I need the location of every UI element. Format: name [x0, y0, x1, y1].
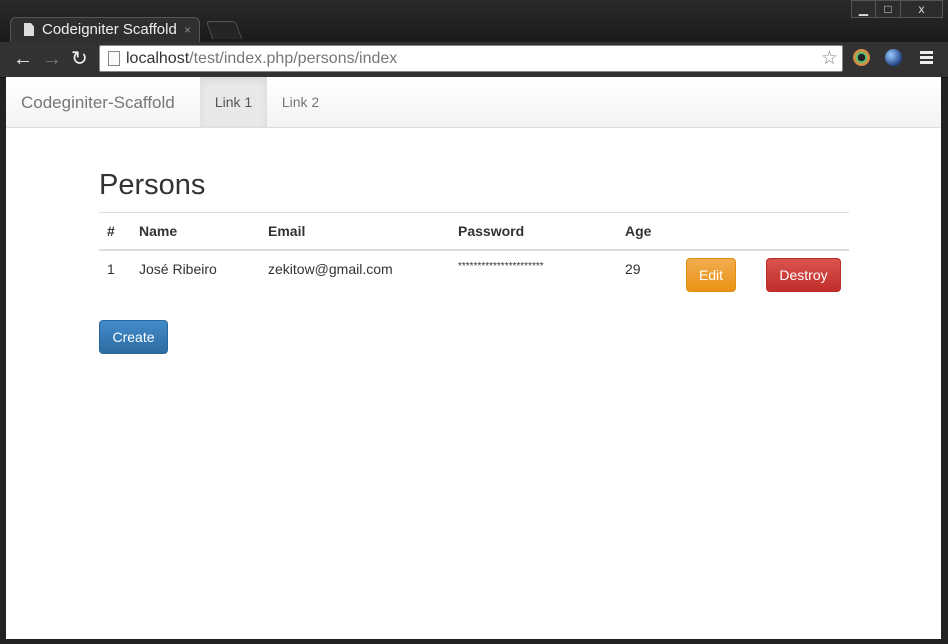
reload-icon[interactable]: ↻ — [71, 49, 88, 69]
edit-button[interactable]: Edit — [686, 258, 736, 292]
page-content: Codeginiter-Scaffold Link 1 Link 2 Perso… — [6, 77, 941, 639]
col-header-email: Email — [260, 212, 450, 251]
col-header-actions — [677, 212, 849, 251]
nav-link-1[interactable]: Link 1 — [200, 77, 267, 127]
page-title: Persons — [99, 169, 206, 201]
persons-table: # Name Email Password Age 1 José Ribeiro… — [99, 212, 849, 294]
tab-title: Codeigniter Scaffold — [42, 21, 177, 38]
close-window-button[interactable]: x — [900, 0, 943, 18]
navbar: Codeginiter-Scaffold Link 1 Link 2 — [6, 77, 941, 128]
title-bar: Codeigniter Scaffold × ▁ □ x — [0, 0, 948, 42]
document-icon — [24, 23, 34, 36]
create-button[interactable]: Create — [99, 320, 168, 354]
navbar-brand[interactable]: Codeginiter-Scaffold — [21, 93, 175, 113]
cell-name: José Ribeiro — [131, 249, 260, 294]
maximize-button[interactable]: □ — [875, 0, 901, 18]
url-path: /test/index.php/persons/index — [189, 50, 398, 67]
destroy-button[interactable]: Destroy — [766, 258, 841, 292]
new-tab-button[interactable] — [205, 21, 243, 39]
col-header-password: Password — [450, 212, 617, 251]
col-header-id: # — [99, 212, 131, 251]
browser-tab[interactable]: Codeigniter Scaffold × — [10, 17, 200, 42]
cell-password: ********************** — [450, 249, 617, 294]
table-header-row: # Name Email Password Age — [99, 212, 849, 251]
address-bar[interactable]: localhost/test/index.php/persons/index ☆ — [99, 45, 843, 72]
minimize-button[interactable]: ▁ — [851, 0, 876, 18]
url-host: localhost — [126, 50, 190, 67]
cell-age: 29 — [617, 249, 677, 294]
menu-icon[interactable] — [920, 51, 933, 66]
extension-globe-icon[interactable] — [885, 49, 902, 66]
back-icon[interactable]: ← — [13, 49, 33, 69]
cell-id: 1 — [99, 249, 131, 294]
page-icon — [108, 51, 120, 66]
cell-email: zekitow@gmail.com — [260, 249, 450, 294]
browser-window: Codeigniter Scaffold × ▁ □ x ← → ↻ local… — [0, 0, 948, 644]
bookmark-star-icon[interactable]: ☆ — [821, 47, 838, 70]
col-header-name: Name — [131, 212, 260, 251]
col-header-age: Age — [617, 212, 677, 251]
nav-link-2[interactable]: Link 2 — [267, 77, 334, 127]
url-text[interactable]: localhost/test/index.php/persons/index — [126, 50, 397, 68]
table-row: 1 José Ribeiro zekitow@gmail.com *******… — [99, 249, 849, 294]
tab-close-icon[interactable]: × — [184, 23, 191, 37]
extension-color-icon[interactable] — [853, 49, 870, 66]
forward-icon[interactable]: → — [42, 49, 62, 69]
